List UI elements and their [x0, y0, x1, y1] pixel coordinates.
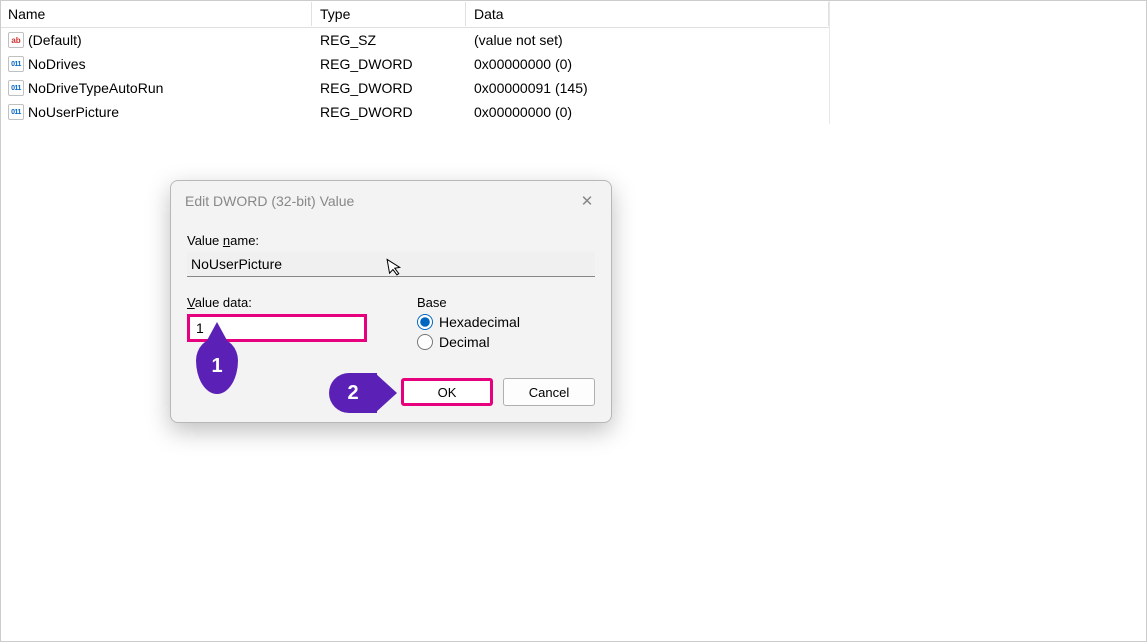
row-name: NoDrives [28, 56, 86, 72]
dword-icon: 011 [8, 56, 24, 72]
list-header: Name Type Data [0, 0, 829, 28]
dialog-title: Edit DWORD (32-bit) Value [185, 193, 354, 209]
table-row[interactable]: 011NoDrives REG_DWORD0x00000000 (0) [0, 52, 829, 76]
edit-dword-dialog: Edit DWORD (32-bit) Value ✕ Value name: … [170, 180, 612, 423]
value-data-label: Value data: [187, 295, 377, 310]
base-label: Base [417, 295, 595, 310]
row-name: (Default) [28, 32, 82, 48]
row-type: REG_DWORD [312, 102, 466, 122]
row-data: (value not set) [466, 30, 829, 50]
cancel-button[interactable]: Cancel [503, 378, 595, 406]
dword-icon: 011 [8, 80, 24, 96]
string-icon: ab [8, 32, 24, 48]
row-data: 0x00000000 (0) [466, 54, 829, 74]
row-type: REG_DWORD [312, 54, 466, 74]
row-data: 0x00000000 (0) [466, 102, 829, 122]
value-data-input[interactable] [187, 314, 367, 342]
value-name-input[interactable] [187, 252, 595, 277]
registry-value-list: Name Type Data ab(Default) REG_SZ(value n… [0, 0, 830, 124]
row-name: NoUserPicture [28, 104, 119, 120]
dword-icon: 011 [8, 104, 24, 120]
table-row[interactable]: 011NoUserPicture REG_DWORD0x00000000 (0) [0, 100, 829, 124]
table-row[interactable]: ab(Default) REG_SZ(value not set) [0, 28, 829, 52]
header-type[interactable]: Type [312, 2, 466, 26]
close-icon[interactable]: ✕ [577, 191, 597, 211]
row-name: NoDriveTypeAutoRun [28, 80, 163, 96]
radio-decimal[interactable]: Decimal [417, 334, 595, 350]
row-type: REG_SZ [312, 30, 466, 50]
radio-hexadecimal[interactable]: Hexadecimal [417, 314, 595, 330]
header-data[interactable]: Data [466, 2, 829, 26]
row-type: REG_DWORD [312, 78, 466, 98]
ok-button[interactable]: OK [401, 378, 493, 406]
value-name-label: Value name: [187, 233, 595, 248]
radio-dec-input[interactable] [417, 334, 433, 350]
row-data: 0x00000091 (145) [466, 78, 829, 98]
header-name[interactable]: Name [0, 2, 312, 26]
radio-hex-input[interactable] [417, 314, 433, 330]
table-row[interactable]: 011NoDriveTypeAutoRun REG_DWORD0x00000091… [0, 76, 829, 100]
